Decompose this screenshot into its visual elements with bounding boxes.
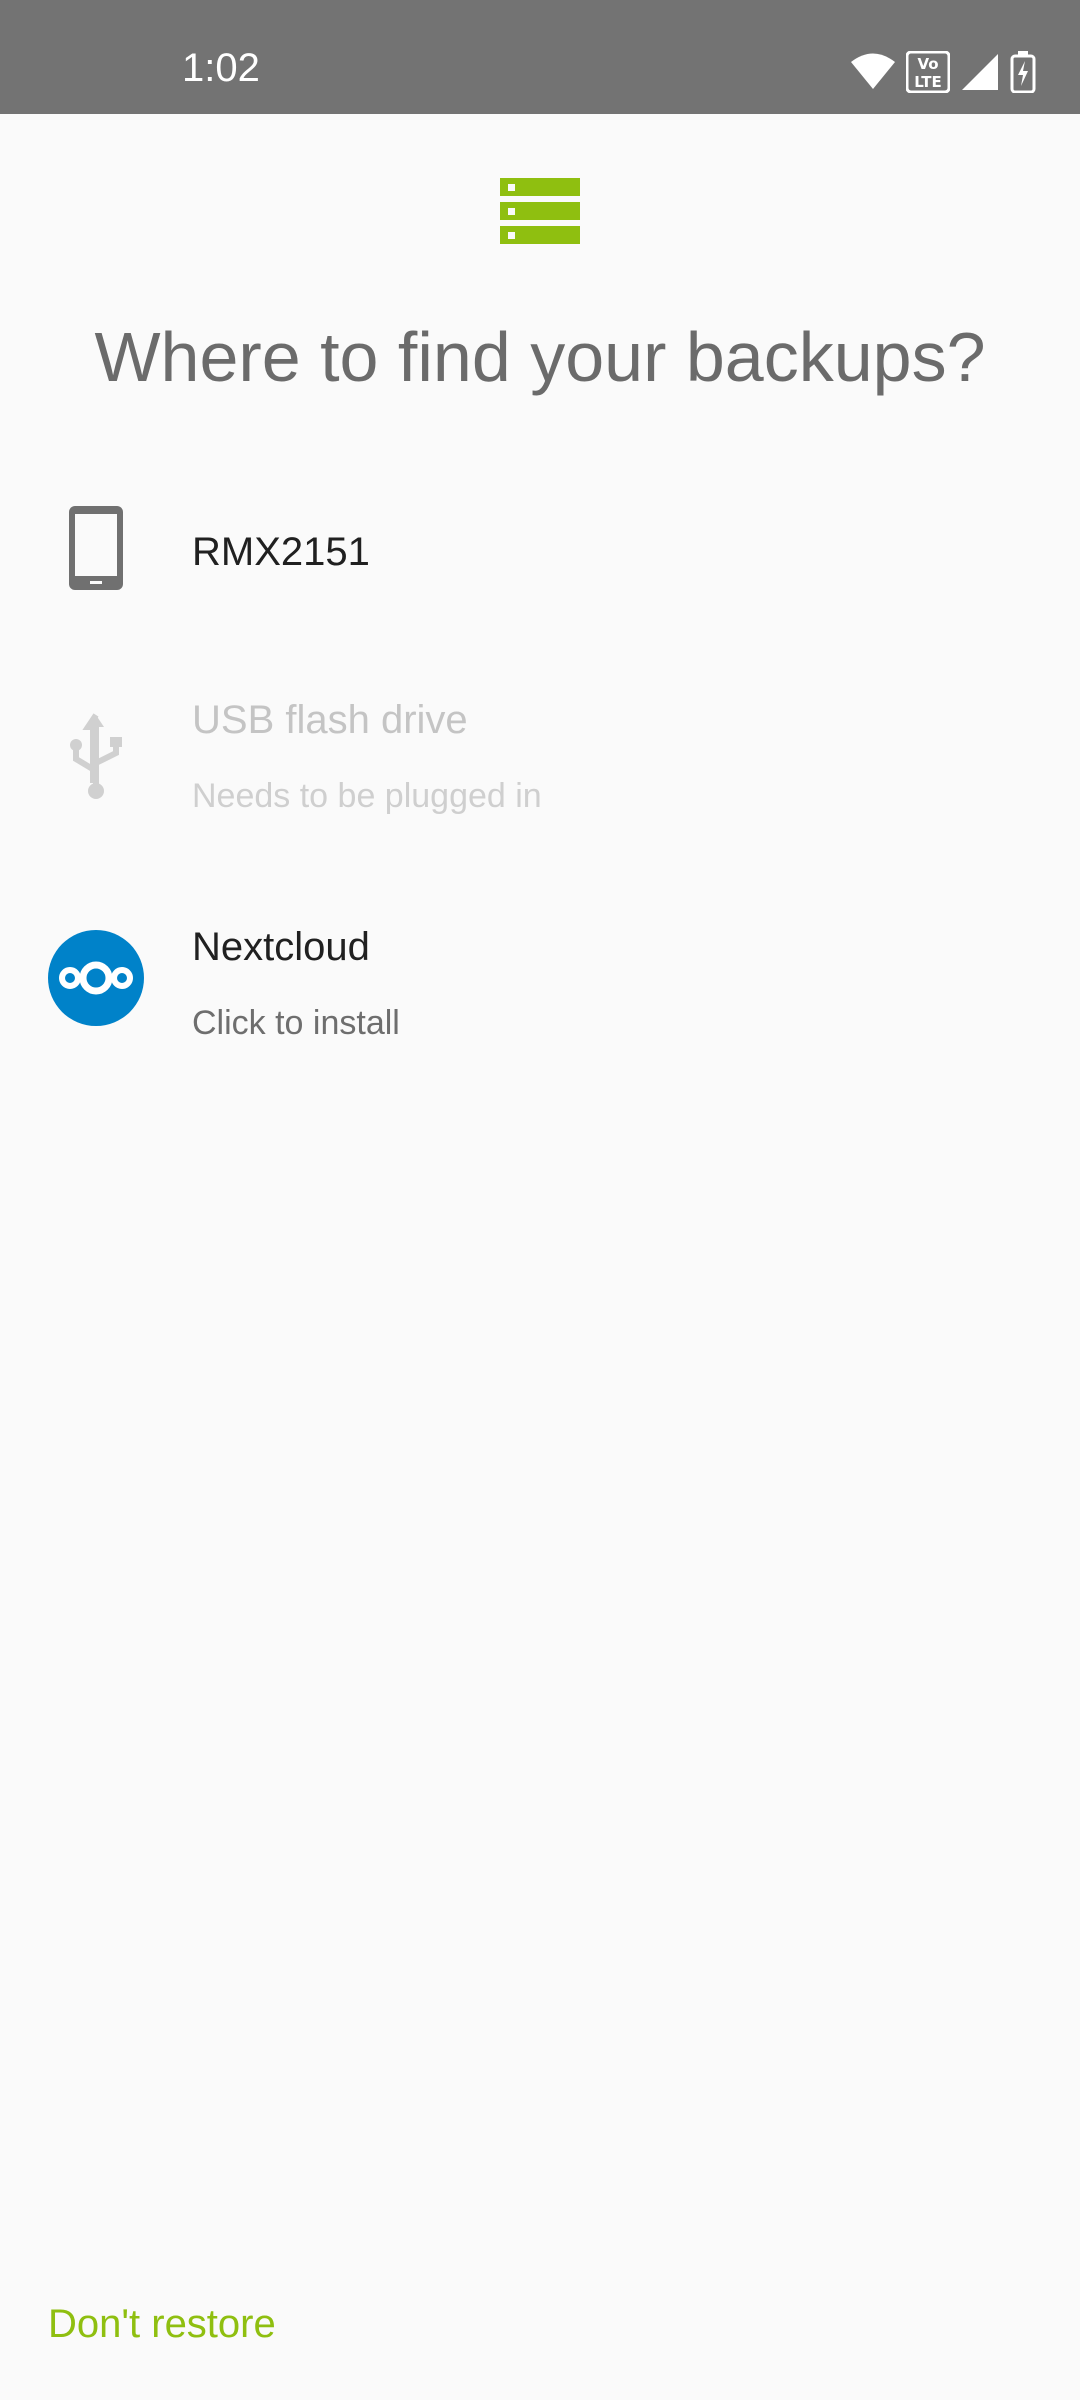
option-title: Nextcloud	[192, 925, 370, 969]
usb-icon	[48, 710, 144, 806]
option-usb-drive[interactable]: USB flash drive Needs to be plugged in	[0, 660, 1080, 860]
storage-icon	[500, 178, 580, 244]
dont-restore-button[interactable]: Don't restore	[48, 2294, 276, 2354]
page-title: Where to find your backups?	[94, 318, 986, 396]
battery-charging-icon	[1010, 51, 1036, 93]
volte-icon: Vo LTE	[906, 51, 950, 93]
restore-screen: 1:02 Vo LTE Where to find your backups? …	[0, 0, 1080, 2400]
option-device-storage[interactable]: RMX2151	[0, 470, 1080, 630]
option-subtitle: Click to install	[192, 1004, 400, 1042]
option-nextcloud[interactable]: Nextcloud Click to install	[0, 900, 1080, 1100]
svg-text:LTE: LTE	[914, 73, 942, 91]
status-time: 1:02	[182, 46, 260, 90]
phone-icon	[48, 500, 144, 596]
option-subtitle: Needs to be plugged in	[192, 777, 542, 815]
nextcloud-icon	[48, 930, 144, 1026]
signal-icon	[960, 52, 1000, 92]
status-icons: Vo LTE	[850, 48, 1036, 96]
option-title: USB flash drive	[192, 698, 468, 742]
svg-text:Vo: Vo	[917, 55, 938, 73]
option-title: RMX2151	[192, 530, 370, 574]
wifi-icon	[850, 53, 896, 91]
status-bar: 1:02 Vo LTE	[0, 0, 1080, 114]
